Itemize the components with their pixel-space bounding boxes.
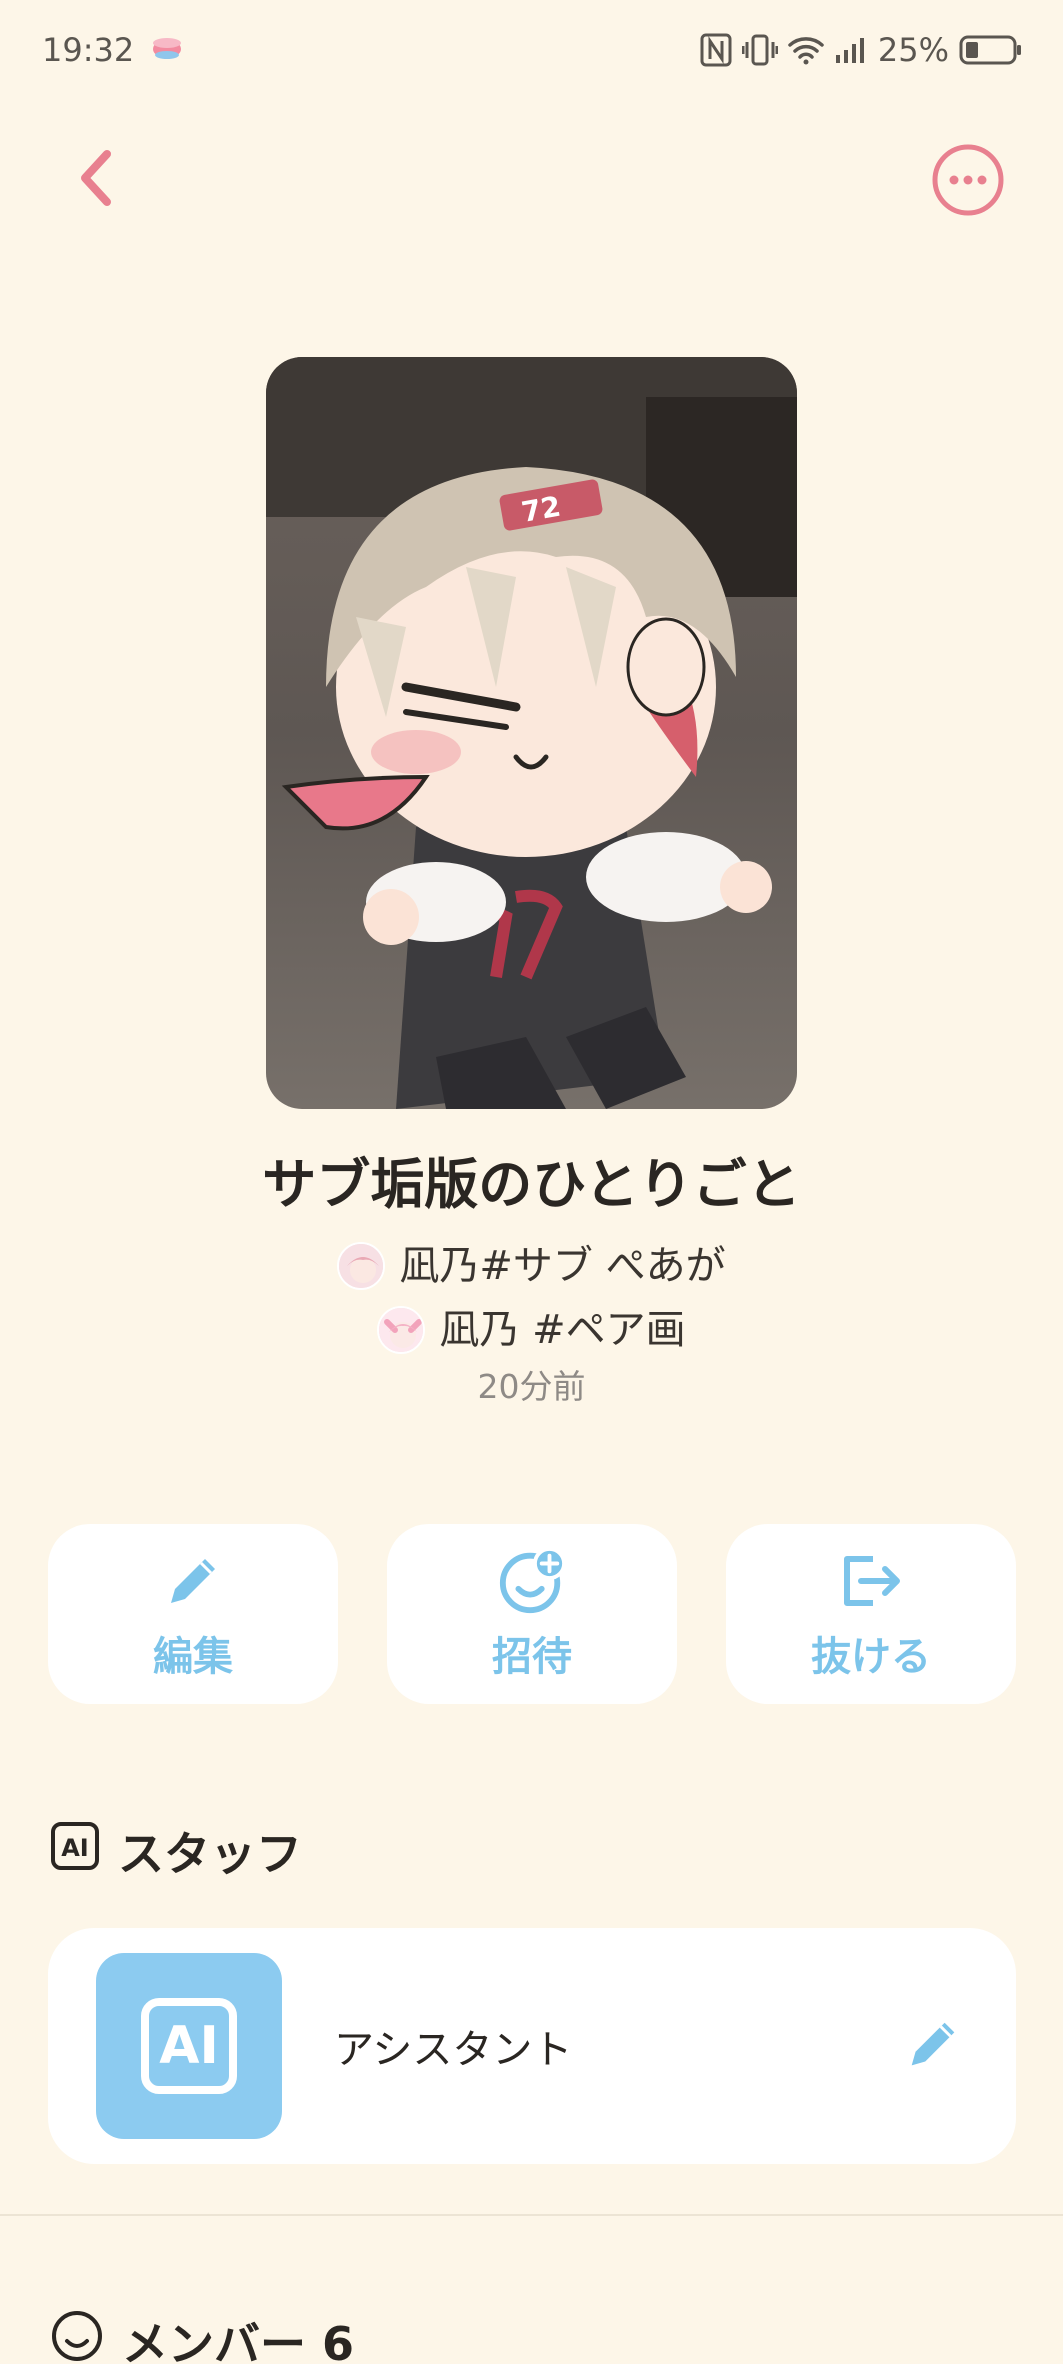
- section-divider: [0, 2214, 1063, 2216]
- battery-icon: [959, 34, 1023, 66]
- owner-name: 凪乃#サブ ぺあが: [399, 1243, 726, 1289]
- edit-label: 編集: [153, 1634, 233, 1680]
- add-person-smile-icon: [497, 1546, 567, 1616]
- nfc-icon: [700, 33, 732, 67]
- members-section-title: メンバー 6: [122, 2317, 355, 2364]
- owner-row[interactable]: 凪乃#サブ ぺあが: [0, 1238, 1063, 1294]
- pencil-icon: [902, 2013, 964, 2079]
- action-bar: 編集 招待 抜ける: [48, 1524, 1016, 1704]
- ai-badge-icon: AI: [50, 1821, 100, 1882]
- wifi-icon: [788, 35, 824, 65]
- invite-label: 招待: [492, 1634, 572, 1680]
- members-section-header: メンバー 6: [50, 2308, 354, 2364]
- tea-cup-icon: [150, 31, 184, 69]
- edit-button[interactable]: 編集: [48, 1524, 338, 1704]
- leave-icon: [836, 1546, 906, 1616]
- staff-section-header: AI スタッフ: [50, 1818, 302, 1884]
- invite-button[interactable]: 招待: [387, 1524, 677, 1704]
- edit-staff-button[interactable]: [898, 2011, 968, 2081]
- status-bar: 19:32 25%: [0, 0, 1063, 100]
- assistant-avatar-text: AI: [159, 2016, 219, 2076]
- updated-timestamp: 20分前: [477, 1367, 586, 1406]
- more-options-button[interactable]: [929, 143, 1007, 221]
- room-title: サブ垢版のひとりごと: [262, 1153, 801, 1216]
- assistant-avatar: AI: [96, 1953, 282, 2139]
- vibrate-icon: [741, 33, 778, 67]
- room-cover-image[interactable]: 72: [266, 357, 797, 1109]
- status-left: 19:32: [42, 31, 184, 69]
- more-horizontal-icon: [930, 142, 1006, 222]
- smile-circle-icon: [50, 2309, 104, 2364]
- chevron-left-icon: [75, 148, 115, 212]
- owner-row[interactable]: 凪乃 #ペア画: [0, 1302, 1063, 1358]
- svg-text:AI: AI: [61, 1834, 89, 1862]
- leave-button[interactable]: 抜ける: [726, 1524, 1016, 1704]
- room-detail-screen: 19:32 25% 72 サブ垢版のひとりごと 凪乃#サブ ぺあが 凪乃 #ペア…: [0, 0, 1063, 2364]
- status-right: 25%: [700, 31, 1023, 69]
- owner-name: 凪乃 #ペア画: [439, 1307, 686, 1353]
- battery-percent: 25%: [877, 31, 949, 69]
- svg-text:72: 72: [519, 490, 563, 529]
- leave-label: 抜ける: [811, 1634, 931, 1680]
- status-time: 19:32: [42, 31, 135, 69]
- avatar: [377, 1306, 426, 1354]
- staff-name: アシスタント: [334, 2027, 573, 2073]
- pencil-icon: [158, 1546, 228, 1616]
- signal-icon: [834, 35, 868, 65]
- staff-item[interactable]: AI アシスタント: [48, 1928, 1016, 2164]
- staff-section-title: スタッフ: [118, 1827, 302, 1881]
- back-button[interactable]: [60, 140, 130, 220]
- avatar: [337, 1242, 386, 1290]
